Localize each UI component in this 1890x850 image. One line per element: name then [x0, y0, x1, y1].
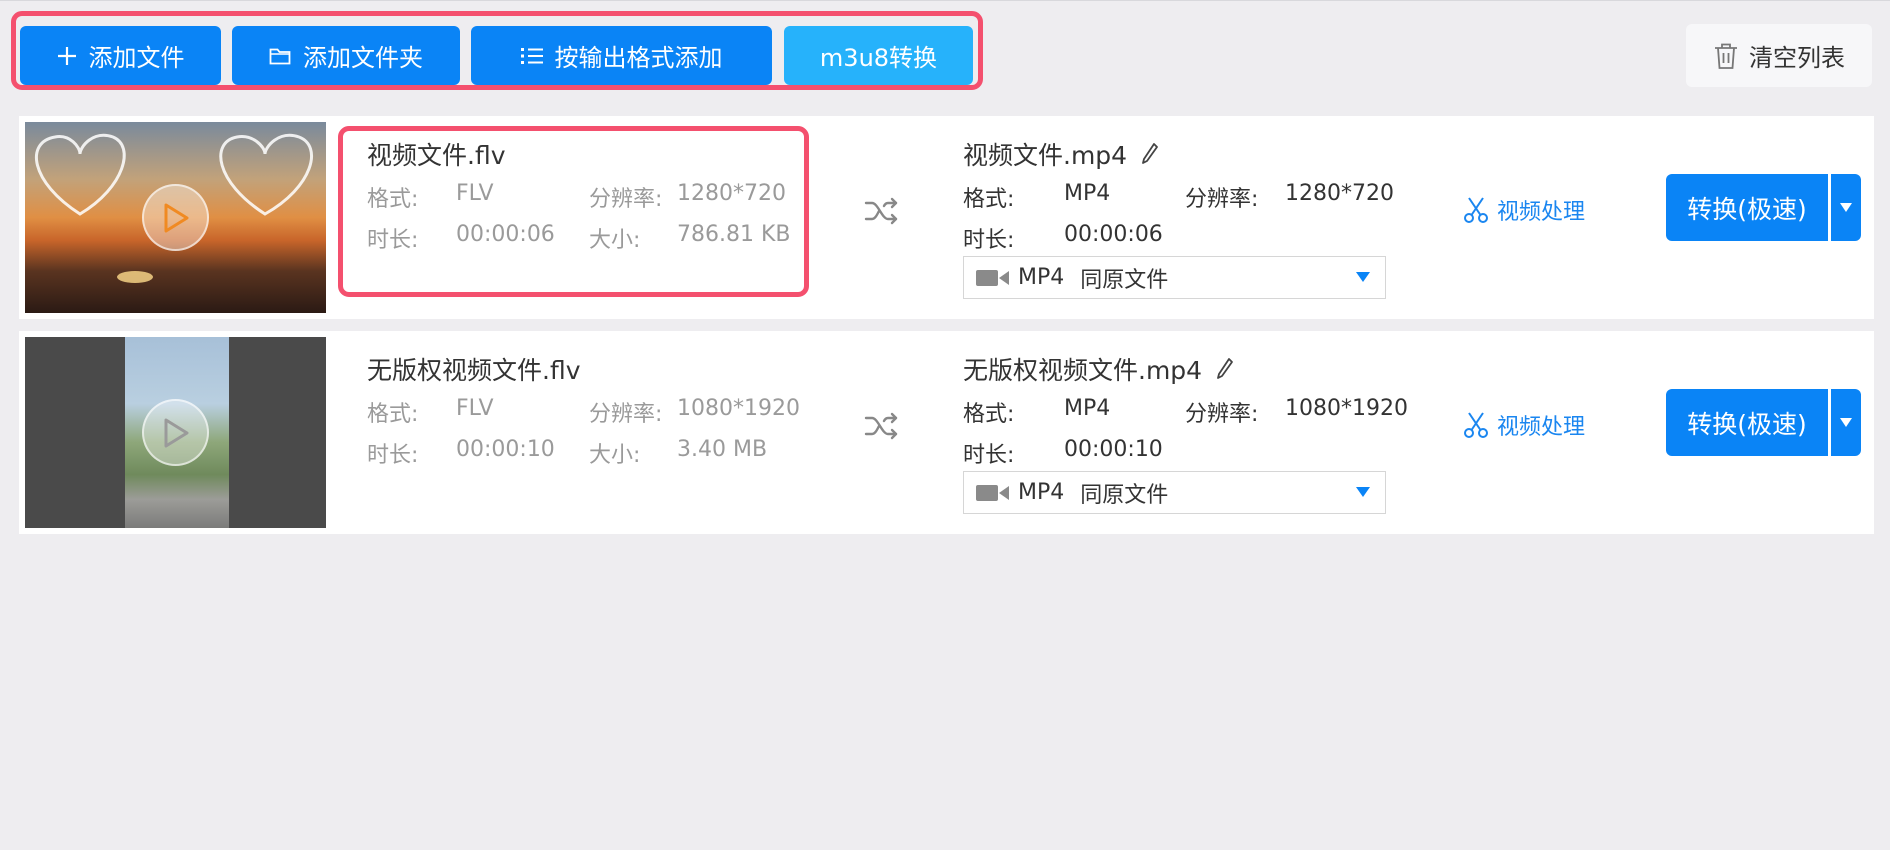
window-top-border — [0, 0, 1890, 1]
scissors-icon — [1464, 412, 1488, 438]
add-file-label: 添加文件 — [88, 44, 185, 72]
shuffle-icon — [864, 412, 898, 440]
output-format-select[interactable]: MP4 同原文件 — [963, 256, 1386, 299]
play-icon[interactable] — [142, 399, 209, 466]
file-row[interactable]: 视频文件.flv 格式: FLV 分辨率: 1280*720 时长: 00:00… — [19, 116, 1874, 319]
file-row[interactable]: 无版权视频文件.flv 格式: FLV 分辨率: 1080*1920 时长: 0… — [19, 331, 1874, 534]
output-duration-label: 时长: — [963, 443, 1015, 468]
convert-label: 转换(极速) — [1687, 409, 1807, 439]
output-duration-label: 时长: — [963, 228, 1015, 253]
output-format-option: MP4 — [1018, 480, 1065, 505]
output-resolution-label: 分辨率: — [1185, 187, 1259, 212]
source-format-value: FLV — [456, 396, 494, 421]
output-file-name-text: 无版权视频文件.mp4 — [963, 356, 1203, 385]
source-size-label: 大小: — [589, 443, 641, 468]
convert-dropdown-button[interactable] — [1831, 174, 1861, 241]
scissors-icon — [1464, 197, 1488, 223]
m3u8-convert-label: m3u8转换 — [819, 44, 938, 72]
source-resolution-label: 分辨率: — [589, 402, 663, 427]
add-folder-label: 添加文件夹 — [303, 44, 423, 72]
video-thumbnail[interactable] — [25, 122, 326, 313]
output-duration-value: 00:00:10 — [1064, 437, 1163, 462]
clear-list-button[interactable]: 清空列表 — [1686, 24, 1872, 87]
video-process-button[interactable]: 视频处理 — [1463, 194, 1585, 226]
add-folder-button[interactable]: 添加文件夹 — [232, 26, 460, 85]
output-quality-option: 同原文件 — [1080, 482, 1169, 508]
convert-dropdown-button[interactable] — [1831, 389, 1861, 456]
source-duration-value: 00:00:10 — [456, 437, 555, 462]
shuffle-icon — [864, 197, 898, 225]
dropdown-arrow-icon — [1840, 418, 1852, 427]
video-process-button[interactable]: 视频处理 — [1463, 409, 1585, 441]
toolbar-highlight-frame: 添加文件 添加文件夹 按输出格式添加 m3u8转换 — [11, 11, 983, 90]
source-resolution-value: 1080*1920 — [677, 396, 800, 421]
output-quality-option: 同原文件 — [1080, 267, 1169, 293]
output-resolution-value: 1280*720 — [1285, 181, 1394, 206]
output-format-select[interactable]: MP4 同原文件 — [963, 471, 1386, 514]
source-info-highlight-frame — [338, 126, 809, 297]
source-duration-label: 时长: — [367, 443, 419, 468]
output-file-name: 无版权视频文件.mp4 — [963, 351, 1234, 387]
plus-icon — [57, 46, 76, 65]
source-size-value: 3.40 MB — [677, 437, 768, 462]
output-file-name: 视频文件.mp4 — [963, 136, 1159, 172]
dropdown-arrow-icon — [1840, 203, 1852, 212]
output-format-value: MP4 — [1064, 181, 1111, 206]
output-duration-value: 00:00:06 — [1064, 222, 1163, 247]
output-format-value: MP4 — [1064, 396, 1111, 421]
video-thumbnail[interactable] — [25, 337, 326, 528]
add-file-button[interactable]: 添加文件 — [20, 26, 221, 85]
convert-button[interactable]: 转换(极速) — [1666, 389, 1828, 456]
m3u8-convert-button[interactable]: m3u8转换 — [784, 26, 973, 85]
edit-pencil-icon[interactable] — [1216, 357, 1234, 381]
output-resolution-label: 分辨率: — [1185, 402, 1259, 427]
clear-list-label: 清空列表 — [1749, 44, 1845, 72]
video-camera-icon — [976, 269, 1009, 286]
video-process-label: 视频处理 — [1497, 200, 1586, 225]
edit-pencil-icon[interactable] — [1141, 142, 1159, 166]
dropdown-caret-icon — [1356, 487, 1370, 497]
output-format-option: MP4 — [1018, 265, 1065, 290]
output-format-label: 格式: — [963, 187, 1015, 212]
add-by-format-button[interactable]: 按输出格式添加 — [471, 26, 772, 85]
trash-icon — [1715, 43, 1737, 69]
output-file-name-text: 视频文件.mp4 — [963, 141, 1128, 170]
source-format-label: 格式: — [367, 402, 419, 427]
add-by-format-label: 按输出格式添加 — [554, 44, 723, 72]
play-icon[interactable] — [142, 184, 209, 251]
list-icon — [520, 47, 543, 64]
folder-icon — [269, 48, 291, 64]
video-camera-icon — [976, 484, 1009, 501]
dropdown-caret-icon — [1356, 272, 1370, 282]
video-process-label: 视频处理 — [1497, 415, 1586, 440]
convert-button[interactable]: 转换(极速) — [1666, 174, 1828, 241]
output-resolution-value: 1080*1920 — [1285, 396, 1408, 421]
convert-label: 转换(极速) — [1687, 194, 1807, 224]
source-file-name: 无版权视频文件.flv — [367, 356, 581, 385]
output-format-label: 格式: — [963, 402, 1015, 427]
